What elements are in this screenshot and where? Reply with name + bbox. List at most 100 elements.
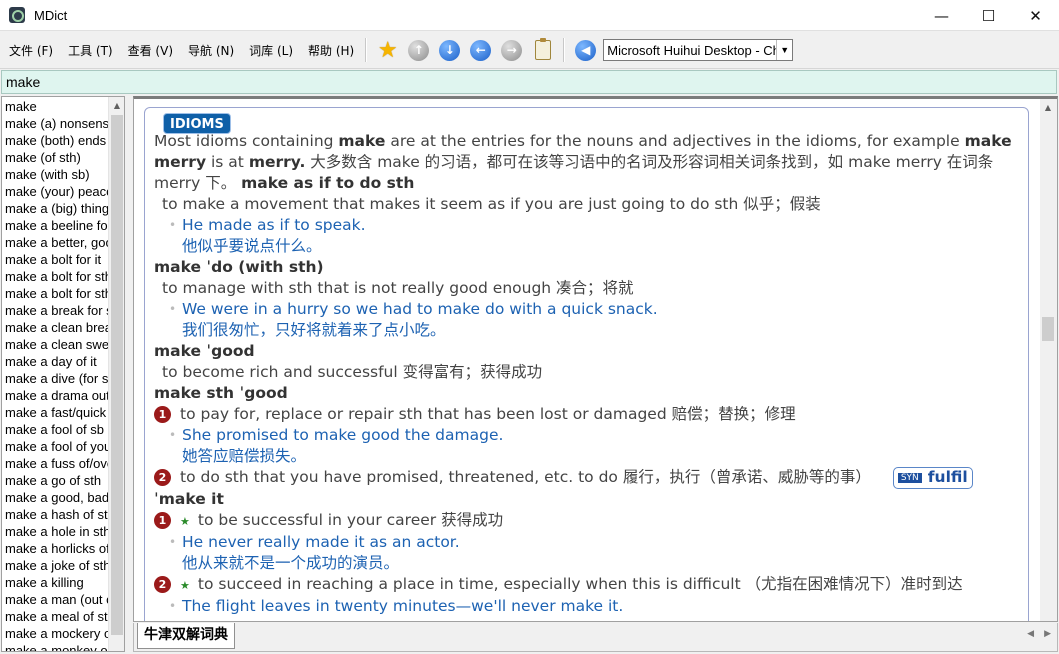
idioms-intro: Most idioms containing make are at the e… — [154, 132, 1012, 192]
idiom-headword: make ˈdo (with sth) — [154, 258, 324, 276]
definition-panel: IDIOMS Most idioms containing make are a… — [133, 96, 1058, 622]
sense-number: 2 — [154, 576, 171, 593]
menu-library[interactable]: 词库 (L) — [243, 42, 299, 59]
nav-up-button[interactable]: ↑ — [406, 37, 432, 63]
word-list-item[interactable]: make a fast/quick buck — [2, 404, 108, 421]
word-list-item[interactable]: make a fool of yourself — [2, 438, 108, 455]
word-list-item[interactable]: make a meal of sth — [2, 608, 108, 625]
word-list-item[interactable]: make a drama out of sth — [2, 387, 108, 404]
word-list-item[interactable]: make (your) peace with sb — [2, 183, 108, 200]
example-translation: 他从来就不是一个成功的演员。 — [182, 554, 400, 572]
word-list-item[interactable]: make a fool of sb — [2, 421, 108, 438]
idiom-definition: to become rich and successful 变得富有；获得成功 — [162, 363, 543, 381]
word-list-item[interactable]: make a killing — [2, 574, 108, 591]
word-list-item[interactable]: make a bolt for it — [2, 251, 108, 268]
word-list-item[interactable]: make a good, bad, etc. fist of sth — [2, 489, 108, 506]
word-list-item[interactable]: make a fuss of/over sb — [2, 455, 108, 472]
word-list-item[interactable]: make a joke of sth — [2, 557, 108, 574]
example-sentence: • He never really made it as an actor. — [169, 533, 460, 551]
arrow-up-icon: ↑ — [408, 39, 430, 61]
word-list-item[interactable]: make (both) ends meet — [2, 132, 108, 149]
sense-number: 1 — [154, 512, 171, 529]
close-button[interactable]: ✕ — [1012, 0, 1059, 31]
star-icon: ★ — [377, 37, 398, 63]
menu-navigate[interactable]: 导航 (N) — [182, 42, 240, 59]
arrow-left-icon: ← — [470, 39, 492, 61]
synonym-link[interactable]: SYN fulfil — [892, 467, 973, 489]
mdict-app-icon — [9, 7, 25, 23]
definition-scrollbar[interactable]: ▲ — [1040, 99, 1057, 621]
word-list-item[interactable]: make — [2, 98, 108, 115]
word-list-item[interactable]: make a clean breast of sth — [2, 319, 108, 336]
triangle-right-icon[interactable]: ▶ — [1044, 629, 1051, 639]
word-list-item[interactable]: make (with sb) — [2, 166, 108, 183]
word-list-item[interactable]: make a better, good, etc. job of sth — [2, 234, 108, 251]
word-list[interactable]: makemake (a) nonsense of sthmake (both) … — [1, 96, 125, 652]
speaker-icon: ◀ — [575, 39, 597, 61]
star-icon: ★ — [180, 515, 190, 528]
word-list-item[interactable]: make a clean sweep of sth — [2, 336, 108, 353]
word-list-item[interactable]: make (a) nonsense of sth — [2, 115, 108, 132]
scroll-up-icon[interactable]: ▲ — [1040, 99, 1056, 116]
word-list-item[interactable]: make a monkey out of sb — [2, 642, 108, 651]
back-button[interactable]: ← — [468, 37, 494, 63]
sense-1: 1 to pay for, replace or repair sth that … — [154, 404, 1014, 425]
example-sentence: • He made as if to speak. — [169, 216, 366, 234]
word-list-item[interactable]: make a hash of sth — [2, 506, 108, 523]
example-sentence: • We were in a hurry so we had to make do… — [169, 300, 658, 318]
nav-down-button[interactable]: ↓ — [437, 37, 463, 63]
menu-bar: 文件 (F) 工具 (T) 查看 (V) 导航 (N) 词库 (L) 帮助 (H… — [0, 32, 1059, 69]
word-list-item[interactable]: make a horlicks of sth — [2, 540, 108, 557]
menu-tools[interactable]: 工具 (T) — [62, 42, 119, 59]
word-list-item[interactable]: make a bolt for sth — [2, 285, 108, 302]
example-translation: 我们很匆忙，只好将就着来了点小吃。 — [182, 321, 446, 339]
scroll-up-icon[interactable]: ▲ — [109, 97, 124, 114]
window-title: MDict — [34, 7, 68, 23]
triangle-left-icon[interactable]: ◀ — [1027, 629, 1034, 639]
forward-button[interactable]: → — [499, 37, 525, 63]
arrow-down-icon: ↓ — [439, 39, 461, 61]
word-list-item[interactable]: make a man (out of sb) — [2, 591, 108, 608]
tab-oxford[interactable]: 牛津双解词典 — [137, 623, 235, 649]
clipboard-button[interactable] — [530, 37, 556, 63]
star-icon: ★ — [180, 579, 190, 592]
toolbar-separator — [365, 38, 368, 62]
word-list-item[interactable]: make a break for sth/it — [2, 302, 108, 319]
dictionary-tabs: 牛津双解词典 ◀ ▶ — [133, 623, 1058, 652]
scroll-thumb[interactable] — [111, 115, 123, 635]
word-list-item[interactable]: make a (big) thing of sth — [2, 200, 108, 217]
example-sentence: • The flight leaves in twenty minutes—we'… — [169, 597, 624, 615]
minimize-button[interactable]: — — [918, 0, 965, 31]
word-list-item[interactable]: make a hole in sth — [2, 523, 108, 540]
sense-1: 1 ★ to be successful in your career 获得成功 — [154, 510, 1014, 532]
word-list-item[interactable]: make a day of it — [2, 353, 108, 370]
maximize-button[interactable]: ☐ — [965, 0, 1012, 31]
speak-button[interactable]: ◀ — [573, 37, 599, 63]
word-list-item[interactable]: make a dive (for sth) — [2, 370, 108, 387]
word-list-item[interactable]: make a bolt for sth — [2, 268, 108, 285]
clipboard-icon — [534, 38, 551, 60]
voice-select-value: Microsoft Huihui Desktop - Chinese (Simp… — [607, 42, 776, 58]
word-list-item[interactable]: make (of sth) — [2, 149, 108, 166]
favorite-button[interactable]: ★ — [375, 37, 401, 63]
menu-help[interactable]: 帮助 (H) — [302, 42, 360, 59]
arrow-right-icon: → — [501, 39, 523, 61]
word-list-item[interactable]: make a go of sth — [2, 472, 108, 489]
search-input[interactable]: make — [1, 70, 1057, 94]
word-list-scrollbar[interactable]: ▲ — [108, 97, 124, 651]
idiom-headword: ˈmake it — [154, 490, 224, 508]
menu-view[interactable]: 查看 (V) — [122, 42, 179, 59]
sense-2: 2 to do sth that you have promised, threa… — [154, 467, 1014, 489]
word-list-item[interactable]: make a beeline for sb/sth — [2, 217, 108, 234]
chevron-down-icon[interactable]: ▼ — [776, 40, 792, 60]
voice-select[interactable]: Microsoft Huihui Desktop - Chinese (Simp… — [603, 39, 794, 61]
menu-file[interactable]: 文件 (F) — [3, 42, 59, 59]
word-list-item[interactable]: make a mockery of sth — [2, 625, 108, 642]
title-bar: MDict — ☐ ✕ — [0, 0, 1059, 31]
window-controls: — ☐ ✕ — [918, 0, 1059, 31]
entry-content: Most idioms containing make are at the e… — [154, 131, 1014, 617]
example-translation: 他似乎要说点什么。 — [182, 237, 322, 255]
example-sentence: • She promised to make good the damage. — [169, 426, 504, 444]
scroll-thumb[interactable] — [1042, 317, 1054, 341]
idiom-definition: to make a movement that makes it seem as… — [162, 195, 821, 213]
